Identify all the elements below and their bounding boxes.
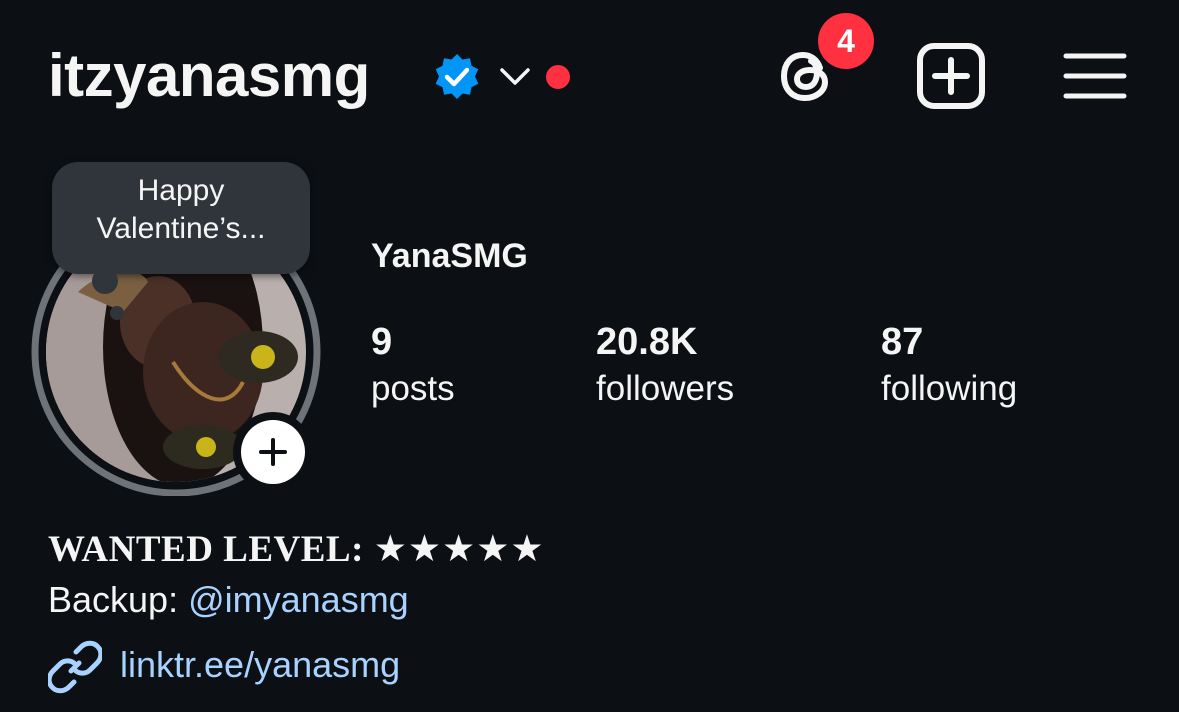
followers-stat[interactable]: 20.8K followers — [596, 318, 734, 412]
account-switcher-chevron-icon[interactable] — [498, 62, 532, 92]
posts-count: 9 — [371, 321, 393, 363]
following-stat[interactable]: 87 following — [881, 318, 1017, 412]
backup-label: Backup: — [48, 579, 179, 620]
backup-mention-link[interactable]: @imyanasmg — [188, 579, 409, 620]
profile-note-bubble[interactable]: Happy Valentine’s... — [52, 162, 310, 274]
note-bubble-tail — [92, 268, 118, 294]
hamburger-menu-icon[interactable] — [1062, 50, 1128, 102]
note-line-2: Valentine’s... — [96, 212, 266, 245]
note-bubble-tail-dot — [110, 306, 124, 320]
plus-icon — [241, 420, 305, 484]
profile-username[interactable]: itzyanasmg — [48, 40, 370, 112]
wanted-level-stars: ★★★★★ — [373, 527, 545, 570]
verified-badge-icon — [432, 52, 482, 102]
bio-wanted-level: WANTED LEVEL: ★★★★★ — [48, 526, 545, 573]
posts-stat[interactable]: 9 posts — [371, 318, 455, 412]
note-line-1: Happy — [137, 174, 225, 207]
notification-dot — [546, 65, 570, 89]
following-label: following — [881, 369, 1018, 408]
posts-label: posts — [371, 369, 455, 408]
bio-external-link[interactable]: linktr.ee/yanasmg — [120, 642, 400, 688]
new-post-button[interactable] — [916, 42, 986, 110]
link-icon — [46, 640, 104, 694]
followers-label: followers — [596, 369, 735, 408]
bio-backup-line: Backup: @imyanasmg — [48, 577, 409, 623]
following-count: 87 — [881, 321, 924, 363]
followers-count: 20.8K — [596, 321, 698, 363]
add-story-button[interactable] — [233, 412, 313, 492]
display-name: YanaSMG — [371, 237, 528, 275]
wanted-level-label: WANTED LEVEL: — [48, 529, 364, 570]
threads-notification-badge: 4 — [818, 13, 874, 69]
